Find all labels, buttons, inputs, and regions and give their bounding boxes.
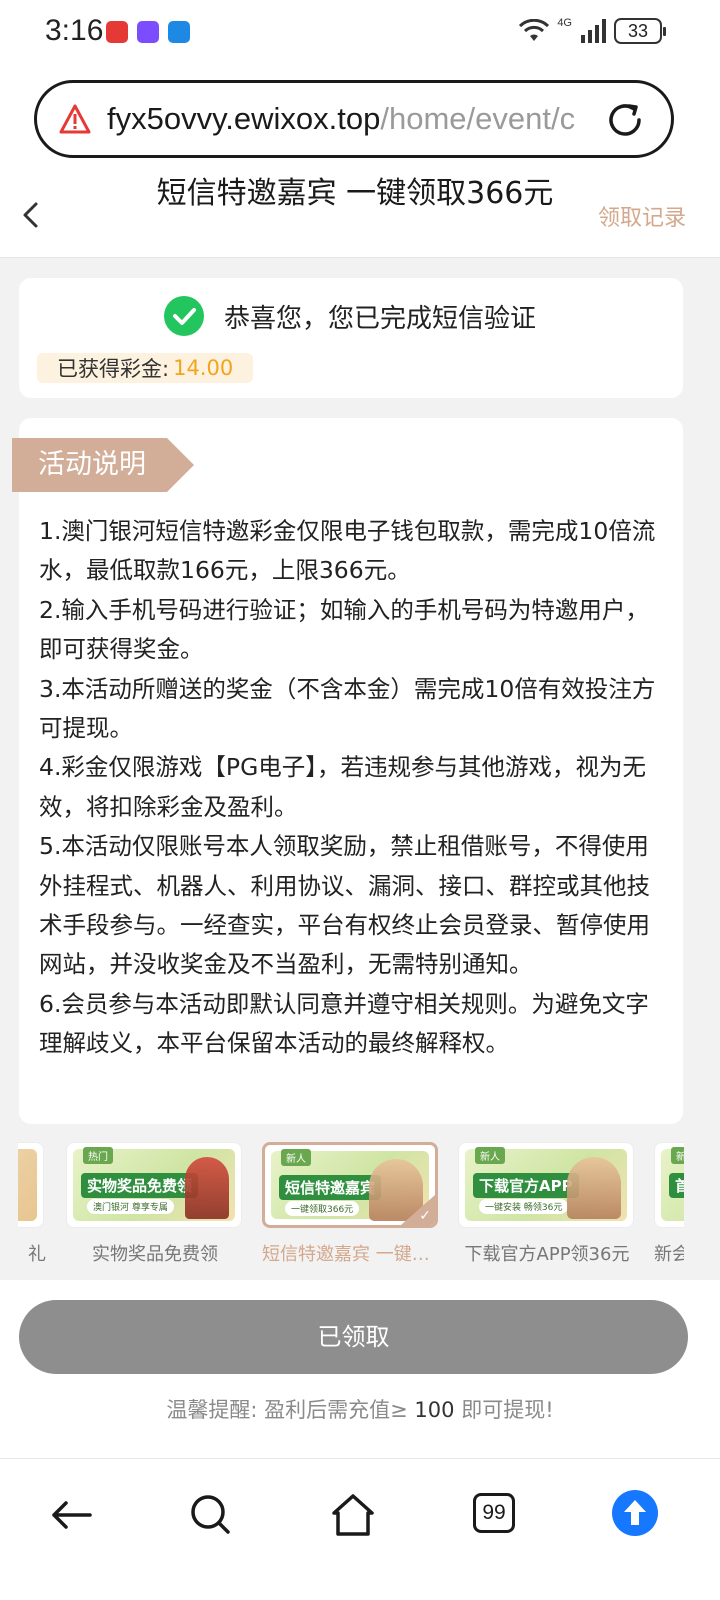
success-message: 恭喜您，您已完成短信验证 [224, 303, 537, 334]
promo-subtitle: 一键领取366元 [285, 1201, 360, 1216]
promo-image: 新人 短信特邀嘉宾 一键领取366元 ✓ [262, 1142, 438, 1228]
promo-card[interactable]: 新人 首 新会 [654, 1142, 684, 1266]
chevron-left-icon[interactable] [18, 200, 44, 230]
promo-image: 热门 实物奖品免费领 澳门银河 尊享专属 [66, 1142, 242, 1228]
promo-headline: 下载官方APP [473, 1173, 579, 1198]
wifi-icon [519, 19, 550, 41]
status-right: 4G 33 [519, 17, 666, 44]
promo-badge: 新人 [475, 1147, 505, 1164]
arrow-up-icon[interactable] [612, 1490, 658, 1536]
rule-item: 6.会员参与本活动即默认同意并遵守相关规则。为避免文字理解歧义，本平台保留本活动… [39, 989, 649, 1058]
promo-caption: 礼 [28, 1244, 46, 1265]
rules-list: 1.澳门银河短信特邀彩金仅限电子钱包取款，需完成10倍流水，最低取款166元，上… [39, 512, 669, 1064]
promo-caption: 新会 [654, 1244, 684, 1265]
tabs-icon[interactable]: 99 [473, 1493, 515, 1533]
rule-item: 5.本活动仅限账号本人领取奖励，禁止租借账号，不得使用外挂程式、机器人、利用协议… [39, 832, 650, 979]
promo-carousel[interactable]: 礼 热门 实物奖品免费领 澳门银河 尊享专属 实物奖品免费领 新人 短信特邀嘉宾… [18, 1142, 684, 1282]
rule-item: 3.本活动所赠送的奖金（不含本金）需完成10倍有效投注方可提现。 [39, 674, 656, 743]
url-path: /home/event/c [380, 101, 576, 136]
message-app-icon [168, 21, 190, 43]
shield-app-icon [137, 21, 159, 43]
page-header: 短信特邀嘉宾 一键领取366元 领取记录 [0, 170, 720, 258]
claimed-button[interactable]: 已领取 [19, 1300, 688, 1374]
promo-headline: 短信特邀嘉宾 [279, 1175, 382, 1200]
withdraw-tip: 温馨提醒: 盈利后需充值≥ 100 即可提现! [0, 1394, 720, 1424]
tip-prefix: 温馨提醒: 盈利后需充值≥ [166, 1398, 408, 1422]
gift-illustration [185, 1157, 229, 1219]
promo-badge: 新人 [281, 1149, 311, 1166]
promo-subtitle: 澳门银河 尊享专属 [87, 1199, 174, 1214]
rules-card: 活动说明 1.澳门银河短信特邀彩金仅限电子钱包取款，需完成10倍流水，最低取款1… [12, 418, 683, 1124]
promo-badge: 新人 [671, 1147, 684, 1164]
promo-headline: 实物奖品免费领 [81, 1173, 199, 1198]
status-time: 3:16 [45, 14, 104, 47]
signal-icon [581, 19, 606, 43]
promo-caption: 短信特邀嘉宾 一键领取366元 [262, 1244, 440, 1265]
success-row: 恭喜您，您已完成短信验证 [164, 296, 536, 336]
url-host: fyx5ovvy.ewixox.top [107, 101, 381, 136]
battery-indicator: 33 [614, 18, 666, 44]
promo-headline: 首 [669, 1173, 684, 1198]
home-icon[interactable] [330, 1492, 376, 1538]
hostess-illustration [567, 1157, 621, 1219]
promo-image: 新人 下载官方APP 一键安装 畅领36元 [458, 1142, 634, 1228]
promo-banner [18, 1149, 37, 1221]
rule-item: 2.输入手机号码进行验证；如输入的手机号码为特邀用户，即可获得奖金。 [39, 595, 649, 664]
promo-card[interactable]: 热门 实物奖品免费领 澳门银河 尊享专属 实物奖品免费领 [66, 1142, 244, 1266]
bonus-badge: 已获得彩金: 14.00 [37, 353, 254, 383]
status-bar: 3:16 4G 33 [0, 0, 720, 64]
content-area: 恭喜您，您已完成短信验证 已获得彩金: 14.00 活动说明 1.澳门银河短信特… [0, 258, 720, 1280]
hostess-illustration [369, 1159, 423, 1221]
search-icon[interactable] [188, 1492, 234, 1538]
tip-suffix: 即可提现! [461, 1398, 554, 1422]
browser-nav-bar: 99 [0, 1458, 720, 1600]
network-type: 4G [557, 17, 572, 29]
rule-item: 1.澳门银河短信特邀彩金仅限电子钱包取款，需完成10倍流水，最低取款166元，上… [39, 517, 656, 585]
bonus-label: 已获得彩金: [57, 357, 170, 381]
reload-icon[interactable] [605, 100, 645, 140]
bonus-value: 14.00 [173, 356, 234, 380]
arrow-up-glyph [624, 1500, 646, 1525]
promo-caption: 实物奖品免费领 [92, 1244, 218, 1265]
address-bar[interactable]: fyx5ovvy.ewixox.top/home/event/c [34, 80, 674, 158]
warning-icon[interactable] [59, 104, 91, 134]
promo-image: 新人 首 [654, 1142, 684, 1228]
claim-records-link[interactable]: 领取记录 [598, 200, 686, 232]
tip-amount: 100 [414, 1398, 455, 1422]
promo-badge: 热门 [83, 1147, 113, 1164]
promo-caption: 下载官方APP领36元 [464, 1244, 630, 1265]
rule-item: 4.彩金仅限游戏【PG电子】，若违规参与其他游戏，视为无效，将扣除彩金及盈利。 [39, 753, 647, 821]
verification-success-card: 恭喜您，您已完成短信验证 已获得彩金: 14.00 [19, 278, 683, 398]
app-notification-icon [106, 21, 128, 43]
promo-card[interactable]: 礼 [18, 1142, 46, 1266]
arrow-left-icon[interactable] [48, 1492, 94, 1538]
promo-card-active[interactable]: 新人 短信特邀嘉宾 一键领取366元 ✓ 短信特邀嘉宾 一键领取366元 [262, 1142, 440, 1266]
promo-image [18, 1142, 44, 1228]
page-title: 短信特邀嘉宾 一键领取366元 [156, 176, 554, 211]
url-text[interactable]: fyx5ovvy.ewixox.top/home/event/c [107, 101, 587, 137]
rules-tag: 活动说明 [12, 438, 194, 492]
promo-subtitle: 一键安装 畅领36元 [479, 1199, 569, 1214]
promo-card[interactable]: 新人 下载官方APP 一键安装 畅领36元 下载官方APP领36元 [458, 1142, 636, 1266]
check-circle-icon [164, 296, 204, 336]
